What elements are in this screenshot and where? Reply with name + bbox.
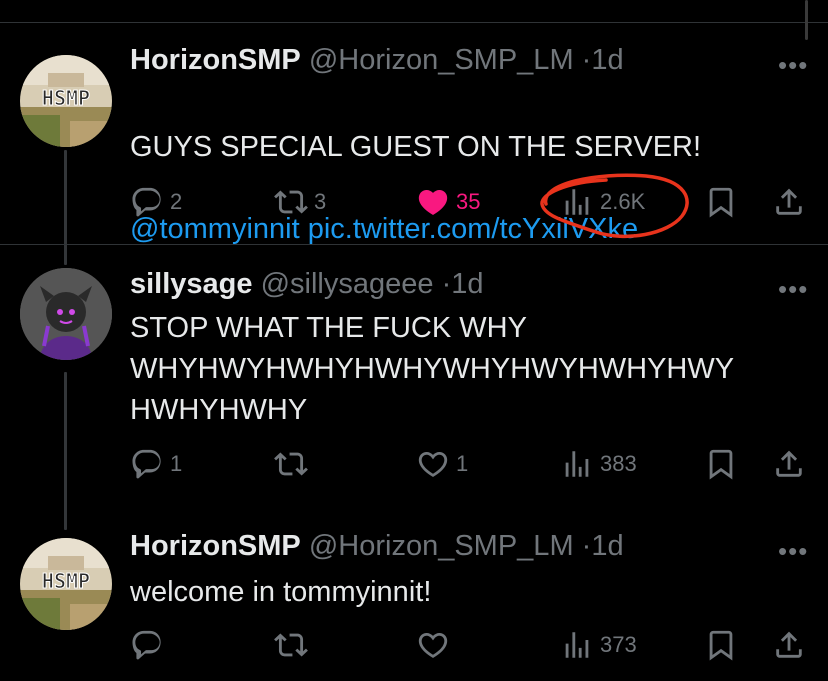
bookmark-icon	[704, 447, 738, 481]
avatar[interactable]: HSMP	[20, 538, 112, 630]
like-button[interactable]: 1	[416, 444, 468, 484]
avatar-logo-text: HSMP	[42, 569, 90, 593]
retweet-button[interactable]	[274, 625, 314, 665]
tweet-header: HorizonSMP @Horizon_SMP_LM ·1d	[130, 44, 624, 77]
avatar-image	[20, 268, 112, 360]
tweet-text-line: GUYS SPECIAL GUEST ON THE SERVER!	[130, 131, 702, 163]
like-icon	[416, 447, 450, 481]
retweet-icon	[274, 447, 308, 481]
timestamp[interactable]: 1d	[591, 44, 623, 76]
bookmark-icon	[704, 628, 738, 662]
handle[interactable]: @Horizon_SMP_LM	[309, 530, 574, 562]
views-button[interactable]: 373	[560, 625, 637, 665]
tweet-header: sillysage @sillysageee ·1d	[130, 268, 484, 301]
share-icon	[772, 447, 806, 481]
action-bar: 373	[0, 625, 828, 665]
handle[interactable]: @Horizon_SMP_LM	[309, 44, 574, 76]
share-button[interactable]	[772, 625, 806, 665]
retweet-count: 3	[314, 189, 327, 214]
bookmark-button[interactable]	[704, 444, 738, 484]
like-button[interactable]	[416, 625, 456, 665]
views-count: 383	[600, 451, 637, 476]
reply-button[interactable]	[130, 625, 170, 665]
dot-separator: ·	[581, 530, 592, 562]
action-bar: 2 3 35 2.6K	[0, 173, 828, 239]
reply-button[interactable]: 2	[130, 182, 182, 222]
tweet-text: welcome in tommyinnit!	[130, 576, 432, 608]
retweet-button[interactable]: 3	[274, 182, 326, 222]
like-button[interactable]: 35	[416, 182, 480, 222]
more-icon[interactable]: •••	[778, 536, 808, 567]
reply-count: 2	[170, 189, 183, 214]
avatar[interactable]	[20, 268, 112, 360]
red-circle-annotation	[540, 173, 689, 239]
timestamp[interactable]: 1d	[451, 268, 483, 300]
retweet-button[interactable]	[274, 444, 314, 484]
reply-icon	[130, 185, 164, 219]
bookmark-button[interactable]	[704, 182, 738, 222]
tweet-text: STOP WHAT THE FUCK WHY WHYHWYHWHYHWHYWHY…	[130, 312, 735, 426]
more-icon[interactable]: •••	[778, 50, 808, 81]
views-icon	[560, 628, 594, 662]
display-name[interactable]: HorizonSMP	[130, 530, 301, 562]
display-name[interactable]: HorizonSMP	[130, 44, 301, 76]
share-icon	[772, 628, 806, 662]
like-icon	[416, 185, 450, 219]
dot-separator: ·	[441, 268, 452, 300]
views-button[interactable]: 383	[560, 444, 637, 484]
avatar-image: HSMP	[20, 538, 112, 630]
dot-separator: ·	[581, 44, 592, 76]
bookmark-button[interactable]	[704, 625, 738, 665]
avatar-image: HSMP	[20, 55, 112, 147]
retweet-icon	[274, 185, 308, 219]
top-divider	[0, 22, 828, 23]
action-bar: 1 1 383	[0, 444, 828, 484]
display-name[interactable]: sillysage	[130, 268, 253, 300]
scrollbar[interactable]	[805, 0, 808, 40]
tweet-divider	[0, 244, 828, 245]
avatar-logo-text: HSMP	[42, 86, 90, 110]
like-icon	[416, 628, 450, 662]
more-icon[interactable]: •••	[778, 274, 808, 305]
reply-icon	[130, 628, 164, 662]
share-button[interactable]	[772, 444, 806, 484]
reply-count: 1	[170, 451, 183, 476]
retweet-icon	[274, 628, 308, 662]
share-icon	[772, 185, 806, 219]
reply-button[interactable]: 1	[130, 444, 182, 484]
bookmark-icon	[704, 185, 738, 219]
avatar[interactable]: HSMP	[20, 55, 112, 147]
tweet-header: HorizonSMP @Horizon_SMP_LM ·1d	[130, 530, 624, 563]
views-icon	[560, 447, 594, 481]
like-count: 35	[456, 189, 481, 214]
reply-icon	[130, 447, 164, 481]
like-count: 1	[456, 451, 469, 476]
timestamp[interactable]: 1d	[591, 530, 623, 562]
handle[interactable]: @sillysageee	[261, 268, 434, 300]
views-count: 373	[600, 632, 637, 657]
share-button[interactable]	[772, 182, 806, 222]
